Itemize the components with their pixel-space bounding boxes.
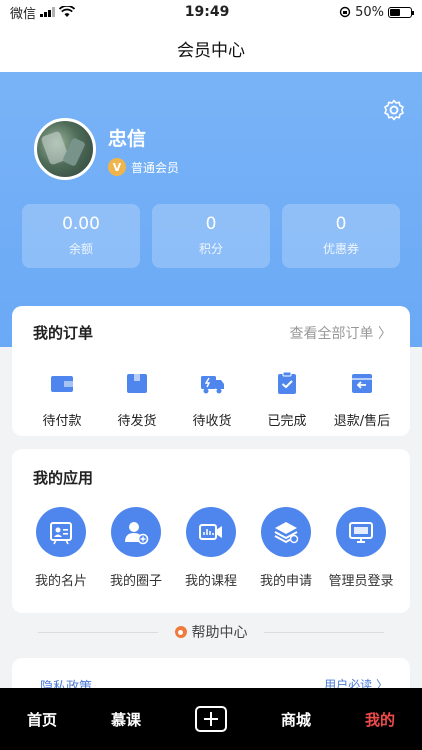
tab-add[interactable] <box>168 688 254 750</box>
plus-icon <box>195 706 227 732</box>
signal-icon <box>40 7 56 17</box>
status-left: 微信 <box>10 3 76 22</box>
business-card-icon <box>36 507 86 557</box>
app-applications[interactable]: 我的申请 <box>248 507 324 589</box>
box-icon <box>127 374 147 393</box>
apps-title: 我的应用 <box>33 469 94 487</box>
status-bar: 微信 19:49 50% <box>0 0 422 24</box>
tab-home[interactable]: 首页 <box>0 688 84 750</box>
order-label: 待收货 <box>192 414 232 429</box>
wifi-icon <box>59 6 76 17</box>
stat-value: 0 <box>205 214 217 234</box>
order-label: 待发货 <box>117 414 157 429</box>
app-business-card[interactable]: 我的名片 <box>23 507 99 589</box>
refund-icon <box>352 374 372 393</box>
app-admin-login[interactable]: 管理员登录 <box>323 507 399 589</box>
help-center-label: 帮助中心 <box>191 625 248 641</box>
app-circle[interactable]: 我的圈子 <box>98 507 174 589</box>
app-label: 管理员登录 <box>328 574 394 589</box>
stat-label: 余额 <box>68 242 93 256</box>
help-center[interactable]: 帮助中心 <box>0 618 422 646</box>
order-completed[interactable]: 已完成 <box>249 370 325 429</box>
orders-title: 我的订单 <box>33 324 94 342</box>
app-label: 我的申请 <box>259 574 312 589</box>
battery-icon <box>388 6 414 18</box>
stat-points[interactable]: 0 积分 <box>152 204 270 268</box>
orders-card: 我的订单 查看全部订单 〉 待付款 待发货 待收货 已完成 退款/售后 <box>12 306 410 436</box>
help-center-label-group: 帮助中心 <box>174 622 248 642</box>
stat-coupons[interactable]: 0 优惠券 <box>282 204 400 268</box>
order-pending-shipment[interactable]: 待发货 <box>99 370 175 429</box>
tab-mine[interactable]: 我的 <box>338 688 422 750</box>
member-level-icon: V <box>108 158 126 176</box>
monitor-icon <box>336 507 386 557</box>
order-pending-payment[interactable]: 待付款 <box>24 370 100 429</box>
clock: 19:49 <box>184 4 230 20</box>
carrier-text: 微信 <box>10 6 37 22</box>
stat-value: 0 <box>335 214 347 234</box>
stat-label: 优惠券 <box>322 242 359 256</box>
user-name: 忠信 <box>108 128 147 150</box>
page-title: 会员中心 <box>0 24 422 72</box>
order-label: 待付款 <box>42 414 82 429</box>
app-label: 我的名片 <box>34 574 87 589</box>
member-level-label: 普通会员 <box>131 160 180 175</box>
order-refund[interactable]: 退款/售后 <box>324 370 400 429</box>
order-label: 退款/售后 <box>333 414 391 429</box>
truck-icon <box>201 376 224 394</box>
avatar[interactable] <box>34 118 96 180</box>
member-badge: V 普通会员 <box>108 158 179 176</box>
stat-value: 0.00 <box>62 214 100 234</box>
help-icon <box>174 626 187 638</box>
stat-label: 积分 <box>198 242 223 256</box>
app-label: 我的课程 <box>184 574 237 589</box>
order-label: 已完成 <box>267 414 307 429</box>
divider-line <box>38 632 158 633</box>
bottom-tab-bar: 首页 慕课 商城 我的 <box>0 688 422 750</box>
divider-line <box>264 632 384 633</box>
order-pending-receipt[interactable]: 待收货 <box>174 370 250 429</box>
battery-percent: 50% <box>355 4 384 20</box>
clipboard-check-icon <box>278 371 296 394</box>
layers-icon <box>261 507 311 557</box>
apps-card: 我的应用 我的名片 我的圈子 我的课程 我的申请 管理员登录 <box>12 449 410 613</box>
view-all-orders-link[interactable]: 查看全部订单 〉 <box>290 323 392 343</box>
tab-mooc[interactable]: 慕课 <box>84 688 168 750</box>
wallet-icon <box>51 376 73 392</box>
stat-balance[interactable]: 0.00 余额 <box>22 204 140 268</box>
orientation-lock-icon <box>339 6 351 18</box>
user-plus-icon <box>111 507 161 557</box>
tab-mall[interactable]: 商城 <box>254 688 338 750</box>
app-courses[interactable]: 我的课程 <box>173 507 249 589</box>
settings-gear-icon[interactable] <box>382 98 406 122</box>
video-icon <box>186 507 236 557</box>
app-label: 我的圈子 <box>109 574 162 589</box>
status-right: 50% <box>339 4 414 20</box>
